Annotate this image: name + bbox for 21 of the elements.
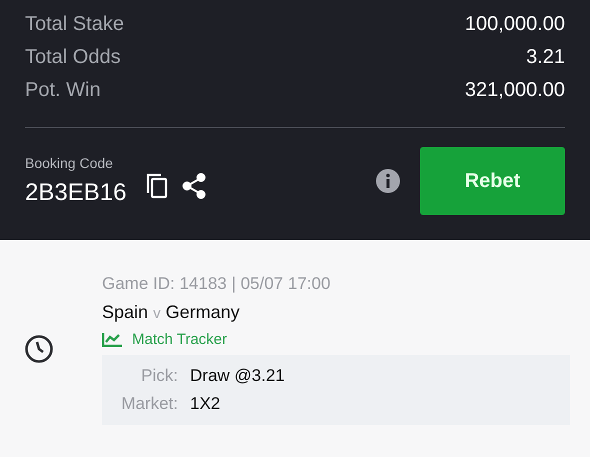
- rebet-button[interactable]: Rebet: [420, 147, 565, 215]
- detail-label: Market:: [120, 393, 178, 415]
- chart-icon: [102, 333, 122, 347]
- game-info: Game ID: 14183 | 05/07 17:00: [102, 273, 332, 295]
- copy-icon[interactable]: [146, 173, 168, 199]
- summary-label: Pot. Win: [25, 79, 101, 102]
- detail-value: 1X2: [190, 393, 222, 415]
- summary-value: 321,000.00: [464, 79, 565, 102]
- match-tracker-link[interactable]: Match Tracker: [102, 327, 228, 353]
- booking-code: 2B3EB16: [25, 179, 126, 207]
- summary-value: 3.21: [526, 46, 565, 69]
- booking-code-label: Booking Code: [25, 155, 114, 171]
- clock-icon: [24, 334, 54, 364]
- summary-value: 100,000.00: [464, 13, 565, 36]
- detail-label: Pick:: [140, 365, 178, 387]
- detail-value: Draw @3.21: [190, 365, 286, 387]
- summary-label: Total Odds: [25, 46, 121, 69]
- info-icon[interactable]: [376, 169, 400, 193]
- share-icon[interactable]: [182, 173, 206, 199]
- summary-label: Total Stake: [25, 13, 124, 36]
- match-teams: Spain v Germany: [102, 301, 241, 324]
